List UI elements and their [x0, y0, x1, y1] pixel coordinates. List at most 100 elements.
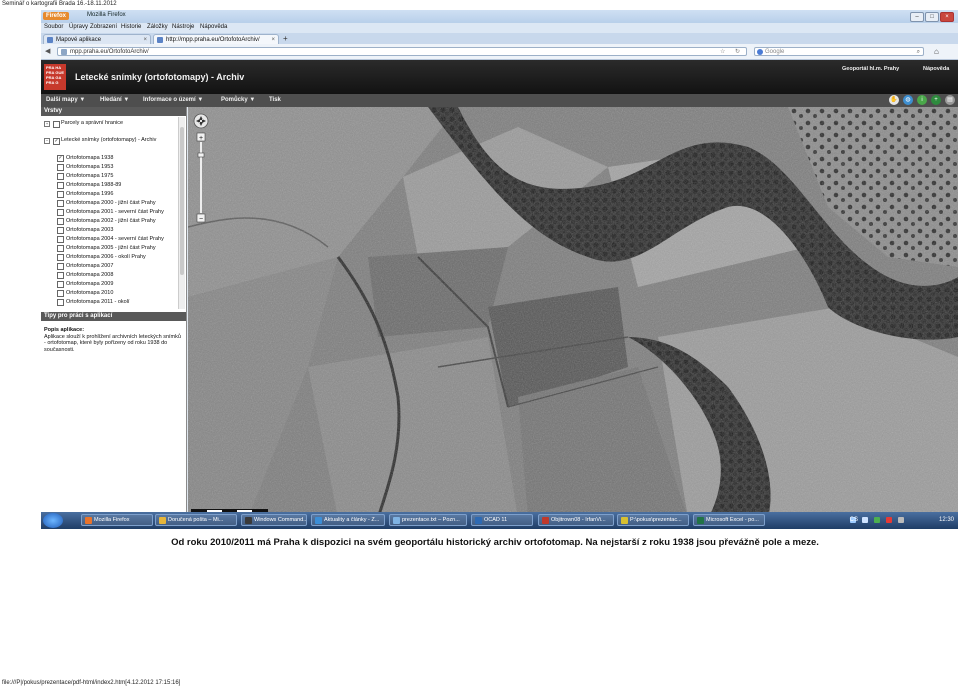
layer-label: Ortofotomapa 2002 - jižní část Prahy [66, 218, 156, 224]
menu-zalozky[interactable]: Záložky [147, 24, 168, 30]
bookmark-star-icon[interactable]: ☆ [720, 48, 725, 56]
zoom-icon[interactable]: + [931, 95, 941, 105]
app-icon [315, 517, 322, 524]
layer-checkbox[interactable] [57, 290, 64, 297]
taskbar-label: Microsoft Excel - po... [706, 517, 759, 523]
taskbar-button[interactable]: Microsoft Excel - po... [693, 514, 765, 526]
expand-icon[interactable]: + [44, 121, 50, 127]
taskbar-button[interactable]: Objitrown08 - IrfanVi... [538, 514, 614, 526]
layer-label: Ortofotomapa 1938 [66, 155, 114, 161]
layer-checkbox[interactable] [57, 245, 64, 252]
zoom-control: + − [192, 113, 210, 233]
search-box[interactable]: Google ⌕ [754, 47, 924, 56]
layer-checkbox[interactable] [57, 173, 64, 180]
taskbar-label: Aktuality a články - Z... [324, 517, 380, 523]
menu-historie[interactable]: Historie [121, 24, 141, 30]
pan-zoom-widget[interactable]: + − [192, 113, 210, 233]
taskbar-label: P:\pokus\prezentac... [630, 517, 682, 523]
home-icon[interactable]: ⌂ [934, 47, 939, 56]
search-icon[interactable]: ⌕ [917, 48, 920, 56]
app-icon [621, 517, 628, 524]
tab-mapove-aplikace[interactable]: Mapové aplikace × [43, 34, 151, 44]
taskbar-label: Doručená pošta – Mi... [168, 517, 224, 523]
taskbar-button[interactable]: P:\pokus\prezentac... [617, 514, 689, 526]
window-title: Mozilla Firefox [87, 12, 126, 18]
layer-checkbox[interactable] [57, 218, 64, 225]
close-button[interactable]: × [940, 12, 954, 22]
layer-checkbox[interactable] [57, 281, 64, 288]
page-icon [157, 37, 163, 43]
group-parcely[interactable]: Parcely a správní hranice [61, 120, 123, 127]
nav-informace[interactable]: Informace o území ▼ [143, 97, 203, 103]
layer-checkbox[interactable] [57, 182, 64, 189]
layer-checkbox[interactable] [57, 191, 64, 198]
taskbar-button[interactable]: Aktuality a články - Z... [311, 514, 385, 526]
layer-checkbox[interactable]: ✓ [57, 155, 64, 162]
layer-checkbox[interactable] [57, 272, 64, 279]
print-icon[interactable]: ▤ [945, 95, 955, 105]
menu-zobrazeni[interactable]: Zobrazení [90, 24, 117, 30]
nav-dalsi-mapy[interactable]: Další mapy ▼ [46, 97, 85, 103]
tab-label: http://mpp.praha.eu/OrtofotoArchiv/ [166, 37, 260, 43]
globe-icon[interactable]: ◍ [903, 95, 913, 105]
taskbar-button[interactable]: Mozilla Firefox [81, 514, 153, 526]
taskbar-button[interactable]: prezentace.txt – Pozn... [389, 514, 467, 526]
layer-checkbox[interactable] [57, 236, 64, 243]
sidebar-scrollbar[interactable] [178, 117, 185, 309]
volume-icon[interactable] [898, 517, 904, 523]
app-title: Letecké snímky (ortofotomapy) - Archiv [75, 72, 245, 82]
app-icon [85, 517, 92, 524]
menu-napoveda[interactable]: Nápověda [200, 24, 227, 30]
taskbar-label: OCAD 11 [484, 517, 508, 523]
reload-icon[interactable]: ↻ [735, 48, 740, 56]
layer-label: Ortofotomapa 2004 - severní část Prahy [66, 236, 164, 242]
language-indicator[interactable]: CS [850, 517, 858, 523]
nav-pomucky[interactable]: Pomůcky ▼ [221, 97, 255, 103]
layer-checkbox[interactable] [57, 263, 64, 270]
clock[interactable]: 12:30 [939, 517, 954, 523]
pan-hand-icon[interactable]: ✋ [889, 95, 899, 105]
maximize-button[interactable]: □ [925, 12, 939, 22]
tray-icon[interactable] [874, 517, 880, 523]
help-link[interactable]: Nápověda [923, 66, 949, 72]
back-icon[interactable]: ◀ [45, 47, 50, 55]
geoportal-link[interactable]: Geoportál hl.m. Prahy [842, 66, 899, 72]
layer-checkbox[interactable] [57, 254, 64, 261]
group-letecke-snimky[interactable]: Letecké snímky (ortofotomapy) - Archiv [61, 137, 156, 144]
aerial-map[interactable]: + − [188, 107, 958, 518]
taskbar-button[interactable]: Windows Command... [241, 514, 307, 526]
tab-bar: Mapové aplikace × http://mpp.praha.eu/Or… [41, 33, 958, 44]
tray-icon[interactable] [862, 517, 868, 523]
tips-header: Tipy pro práci s aplikací [41, 312, 186, 321]
scrollbar-thumb[interactable] [180, 127, 184, 275]
tray-icon[interactable] [886, 517, 892, 523]
layer-checkbox[interactable] [57, 164, 64, 171]
nav-hledani[interactable]: Hledání ▼ [100, 97, 129, 103]
info-icon[interactable]: i [917, 95, 927, 105]
layer-checkbox[interactable] [57, 227, 64, 234]
firefox-menu-button[interactable]: Firefox [43, 12, 70, 20]
minimize-button[interactable]: – [910, 12, 924, 22]
url-bar[interactable]: mpp.praha.eu/OrtofotoArchiv/ ☆ ↻ [57, 47, 747, 56]
checkbox[interactable]: ✓ [53, 138, 60, 145]
menu-upravy[interactable]: Úpravy [69, 24, 88, 30]
menu-soubor[interactable]: Soubor [44, 24, 63, 30]
layer-checkbox[interactable] [57, 209, 64, 216]
layer-checkbox[interactable] [57, 200, 64, 207]
checkbox[interactable] [53, 121, 60, 128]
taskbar-button[interactable]: OCAD 11 [471, 514, 533, 526]
app-icon [159, 517, 166, 524]
new-tab-icon[interactable]: + [283, 34, 288, 44]
app-icon [393, 517, 400, 524]
slide-caption: Od roku 2010/2011 má Praha k dispozici n… [171, 537, 819, 548]
prague-logo[interactable]: PRA HA PRA GUE PRA GA PRA G [44, 64, 66, 90]
layer-checkbox[interactable] [57, 299, 64, 306]
app-navigation: Další mapy ▼ Hledání ▼ Informace o území… [41, 94, 958, 107]
menu-nastroje[interactable]: Nástroje [172, 24, 194, 30]
nav-tisk[interactable]: Tisk [269, 97, 281, 103]
tab-archiv[interactable]: http://mpp.praha.eu/OrtofotoArchiv/ × [153, 34, 279, 44]
start-button[interactable] [43, 513, 63, 528]
collapse-icon[interactable]: − [44, 138, 50, 144]
taskbar-button[interactable]: Doručená pošta – Mi... [155, 514, 237, 526]
page-header: Seminář o kartografii Brada 16.-18.11.20… [2, 1, 117, 7]
